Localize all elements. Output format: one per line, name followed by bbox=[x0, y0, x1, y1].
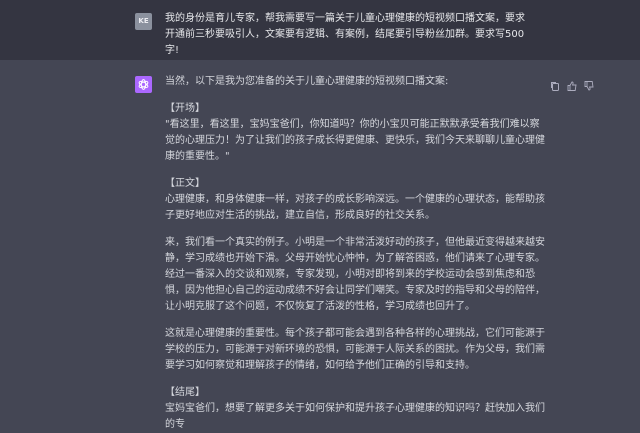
ending-heading: 【结尾】 bbox=[165, 387, 205, 398]
body-heading: 【正文】 bbox=[165, 178, 205, 189]
user-message: KE 我的身份是育儿专家，帮我需要写一篇关于儿童心理健康的短视频口播文案，要求开… bbox=[0, 0, 640, 61]
copy-icon[interactable] bbox=[550, 76, 560, 91]
body-paragraph-3: 这就是心理健康的重要性。每个孩子都可能会遇到各种各样的心理挑战，它们可能源于学校… bbox=[165, 328, 545, 371]
assistant-message: 当然，以下是我为您准备的关于儿童心理健康的短视频口播文案: 【开场】 "看这里，… bbox=[0, 60, 640, 430]
assistant-message-text: 当然，以下是我为您准备的关于儿童心理健康的短视频口播文案: 【开场】 "看这里，… bbox=[165, 74, 545, 433]
openai-logo-icon bbox=[138, 79, 149, 90]
message-actions bbox=[550, 76, 594, 91]
user-message-text: 我的身份是育儿专家，帮我需要写一篇关于儿童心理健康的短视频口播文案，要求开通前三… bbox=[165, 13, 525, 56]
assistant-avatar bbox=[135, 76, 152, 93]
body-paragraph-2: 来，我们看一个真实的例子。小明是一个非常活泼好动的孩子，但他最近变得越来越安静，… bbox=[165, 237, 545, 312]
user-avatar: KE bbox=[135, 13, 152, 30]
opening-text: "看这里，看这里，宝妈宝爸们，你知道吗？你的小宝贝可能正默默承受着我们难以察觉的… bbox=[165, 119, 545, 162]
opening-heading: 【开场】 bbox=[165, 103, 205, 114]
body-paragraph-1: 心理健康，和身体健康一样，对孩子的成长影响深远。一个健康的心理状态，能帮助孩子更… bbox=[165, 194, 545, 221]
thumbs-down-icon[interactable] bbox=[584, 76, 594, 91]
intro-text: 当然，以下是我为您准备的关于儿童心理健康的短视频口播文案: bbox=[165, 76, 449, 87]
thumbs-up-icon[interactable] bbox=[567, 76, 577, 91]
ending-text: 宝妈宝爸们，想要了解更多关于如何保护和提升孩子心理健康的知识吗？赶快加入我们的专 bbox=[165, 403, 545, 430]
